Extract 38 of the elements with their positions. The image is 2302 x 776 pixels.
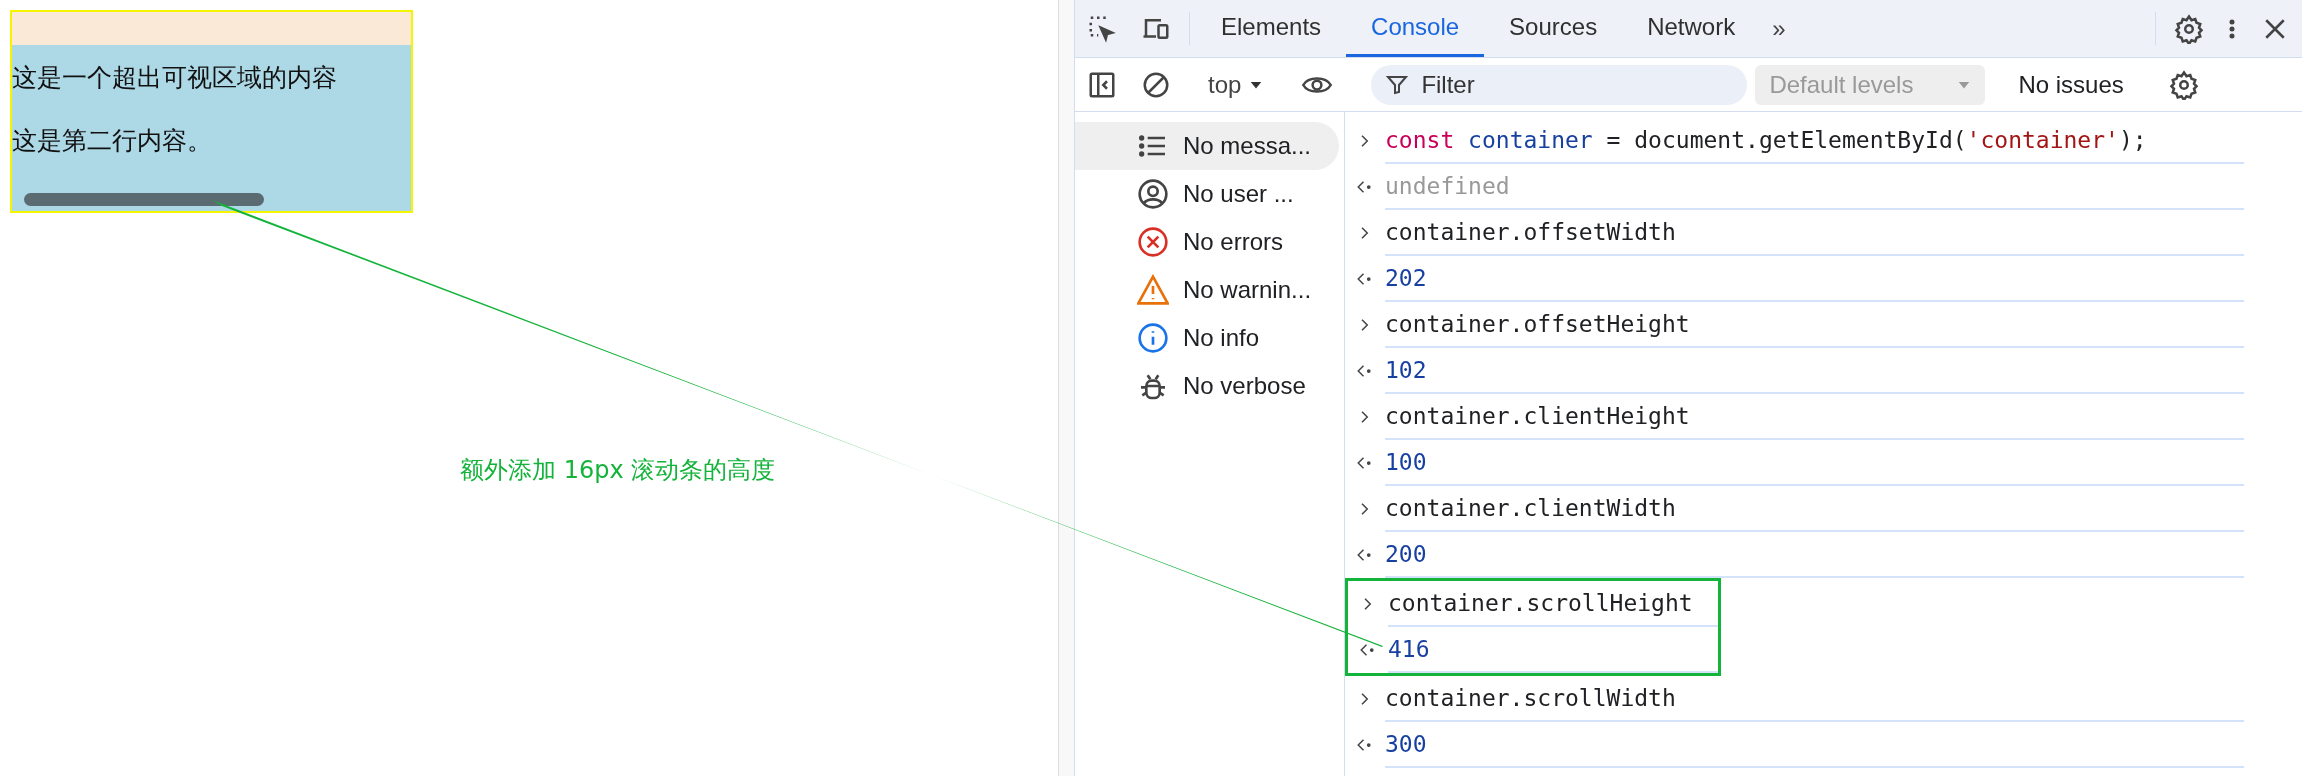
result-text: 300: [1385, 729, 1427, 759]
text-line: 这是第二行内容。: [12, 128, 213, 153]
tab[interactable]: Elements: [1196, 0, 1347, 57]
tab[interactable]: Network: [1622, 0, 1761, 57]
scrollbar-thumb[interactable]: [24, 193, 264, 206]
user-icon: [1137, 178, 1169, 210]
result-text: 102: [1385, 355, 1427, 385]
command-text: container.clientHeight: [1385, 401, 1690, 431]
sidebar-item[interactable]: No verbose: [1075, 362, 1339, 410]
tab[interactable]: Console: [1346, 0, 1485, 57]
result-text: undefined: [1385, 171, 1510, 201]
error-icon: [1137, 226, 1169, 258]
issues-label: No issues: [2017, 69, 2125, 100]
command-text: container.scrollHeight: [1388, 588, 1693, 618]
command-text: container.scrollWidth: [1385, 683, 1676, 713]
sidebar-item[interactable]: No info: [1075, 314, 1339, 362]
text-line: 这是一个超出可视区域的内容: [12, 65, 338, 90]
filter-field[interactable]: Filter: [1371, 64, 1748, 105]
result-text: 202: [1385, 263, 1427, 293]
context-dropdown[interactable]: top: [1196, 66, 1276, 103]
command-text: container.offsetHeight: [1385, 309, 1690, 339]
command-text: const container = document.getElementById('container');: [1385, 125, 2147, 155]
annotation-label: 额外添加 16px 滚动条的高度: [460, 455, 776, 486]
settings-icon: [2174, 13, 2204, 44]
settings-icon: [2168, 69, 2199, 100]
result-text: 100: [1385, 447, 1427, 477]
info-icon: [1137, 322, 1169, 354]
result-text: 416: [1388, 634, 1430, 664]
command-text: container.offsetWidth: [1385, 217, 1676, 247]
tab[interactable]: Sources: [1484, 0, 1623, 57]
sidebar-item[interactable]: No errors: [1075, 218, 1339, 266]
result-text: 200: [1385, 539, 1427, 569]
sidebar-item[interactable]: No messa...: [1075, 122, 1339, 170]
command-text: container.clientWidth: [1385, 493, 1676, 523]
more-tabs-button[interactable]: »: [1760, 0, 1798, 57]
sidebar-item[interactable]: No warnin...: [1075, 266, 1339, 314]
sidebar-item[interactable]: No user ...: [1075, 170, 1339, 218]
warning-icon: [1137, 274, 1169, 306]
